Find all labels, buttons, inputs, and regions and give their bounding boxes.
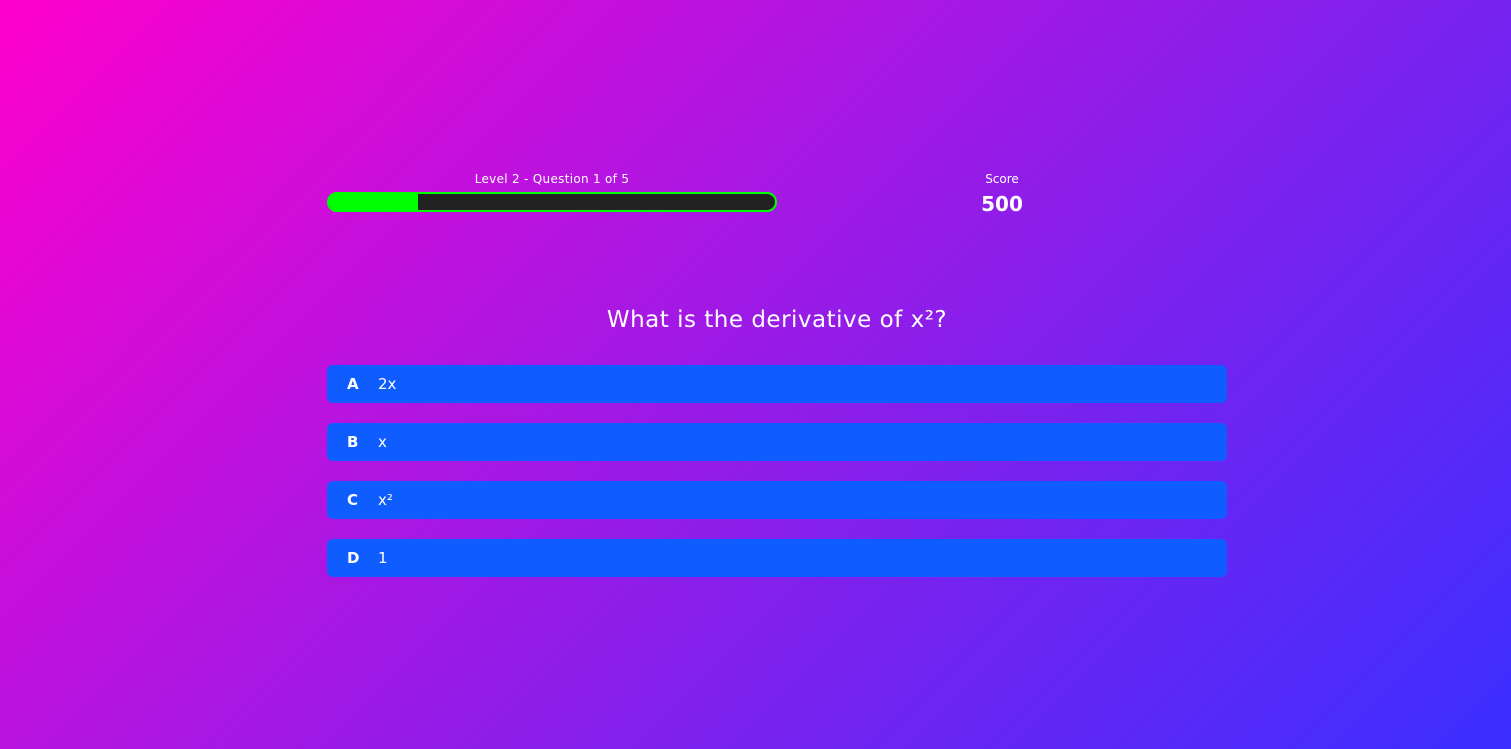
progress-section: Level 2 - Question 1 of 5 — [327, 170, 777, 212]
answer-text: 2x — [378, 375, 397, 393]
answer-letter: D — [347, 549, 360, 567]
answer-option-c[interactable]: C x² — [327, 481, 1227, 519]
level-label: Level 2 - Question 1 of 5 — [474, 172, 630, 186]
answer-text: 1 — [378, 549, 388, 567]
answer-list: A 2x B x C x² D 1 — [327, 365, 1227, 597]
answer-letter: B — [347, 433, 359, 451]
score-value: 500 — [981, 192, 1023, 216]
progress-bar — [327, 192, 777, 212]
answer-letter: A — [347, 375, 359, 393]
answer-option-a[interactable]: A 2x — [327, 365, 1227, 403]
score-section: Score 500 — [942, 170, 1062, 218]
answer-option-b[interactable]: B x — [327, 423, 1227, 461]
question-text: What is the derivative of x²? — [606, 307, 948, 333]
answer-text: x² — [378, 491, 393, 509]
score-label: Score — [985, 172, 1019, 186]
game-header: Level 2 - Question 1 of 5 Score 500 — [327, 170, 1227, 230]
answer-letter: C — [347, 491, 359, 509]
answer-text: x — [378, 433, 387, 451]
answer-option-d[interactable]: D 1 — [327, 539, 1227, 577]
progress-fill — [329, 194, 419, 210]
